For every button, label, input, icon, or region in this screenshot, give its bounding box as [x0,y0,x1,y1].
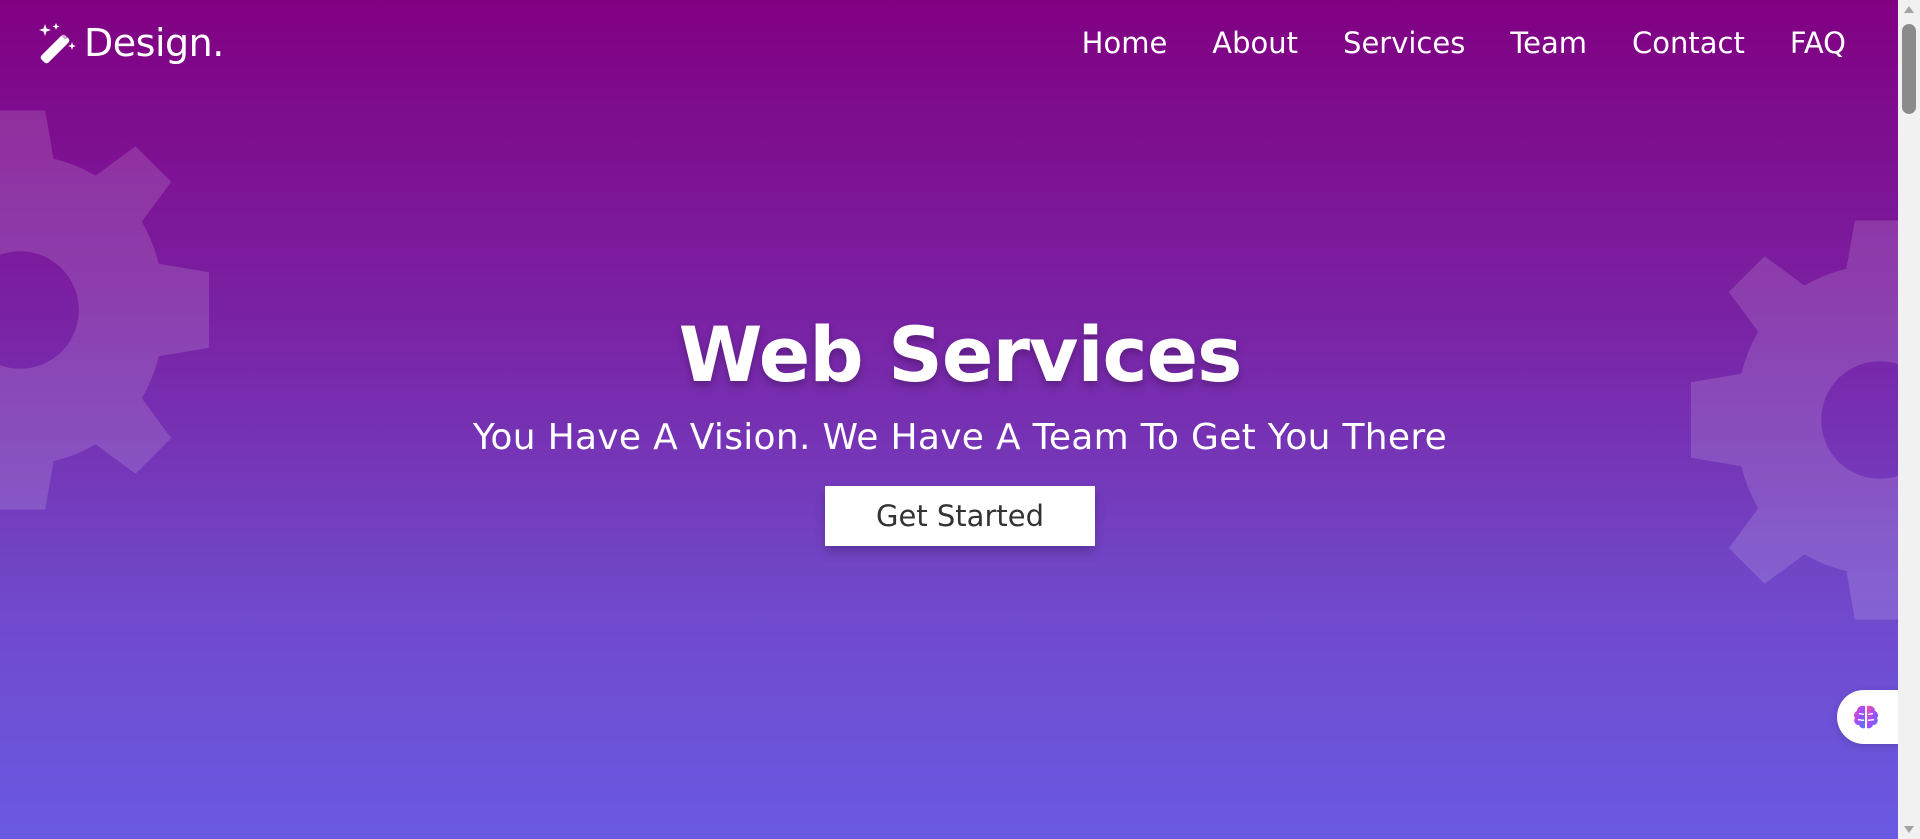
hero-title: Web Services [678,310,1243,399]
scroll-down-arrow-icon[interactable] [1904,826,1914,833]
nav-team[interactable]: Team [1510,26,1587,60]
assistant-widget[interactable] [1837,690,1898,744]
hero-subtitle: You Have A Vision. We Have A Team To Get… [472,417,1448,458]
hero-content: Web Services You Have A Vision. We Have … [0,308,1898,546]
scroll-thumb[interactable] [1902,24,1916,114]
nav-home[interactable]: Home [1082,26,1168,60]
nav-links: Home About Services Team Contact FAQ [1082,24,1846,62]
nav-contact[interactable]: Contact [1632,26,1745,60]
scrollbar[interactable] [1898,0,1920,839]
brain-icon [1853,705,1879,729]
magic-wand-icon [39,23,76,64]
scroll-up-arrow-icon[interactable] [1904,6,1914,13]
brand-logo[interactable]: Design. [36,18,224,68]
nav-about[interactable]: About [1212,26,1298,60]
nav-services[interactable]: Services [1343,26,1465,60]
nav-faq[interactable]: FAQ [1790,26,1846,60]
hero-section: Design. Home About Services Team Contact… [0,0,1898,839]
navbar: Design. Home About Services Team Contact… [0,0,1898,86]
logo-text: Design. [84,21,224,65]
get-started-button[interactable]: Get Started [825,486,1095,546]
